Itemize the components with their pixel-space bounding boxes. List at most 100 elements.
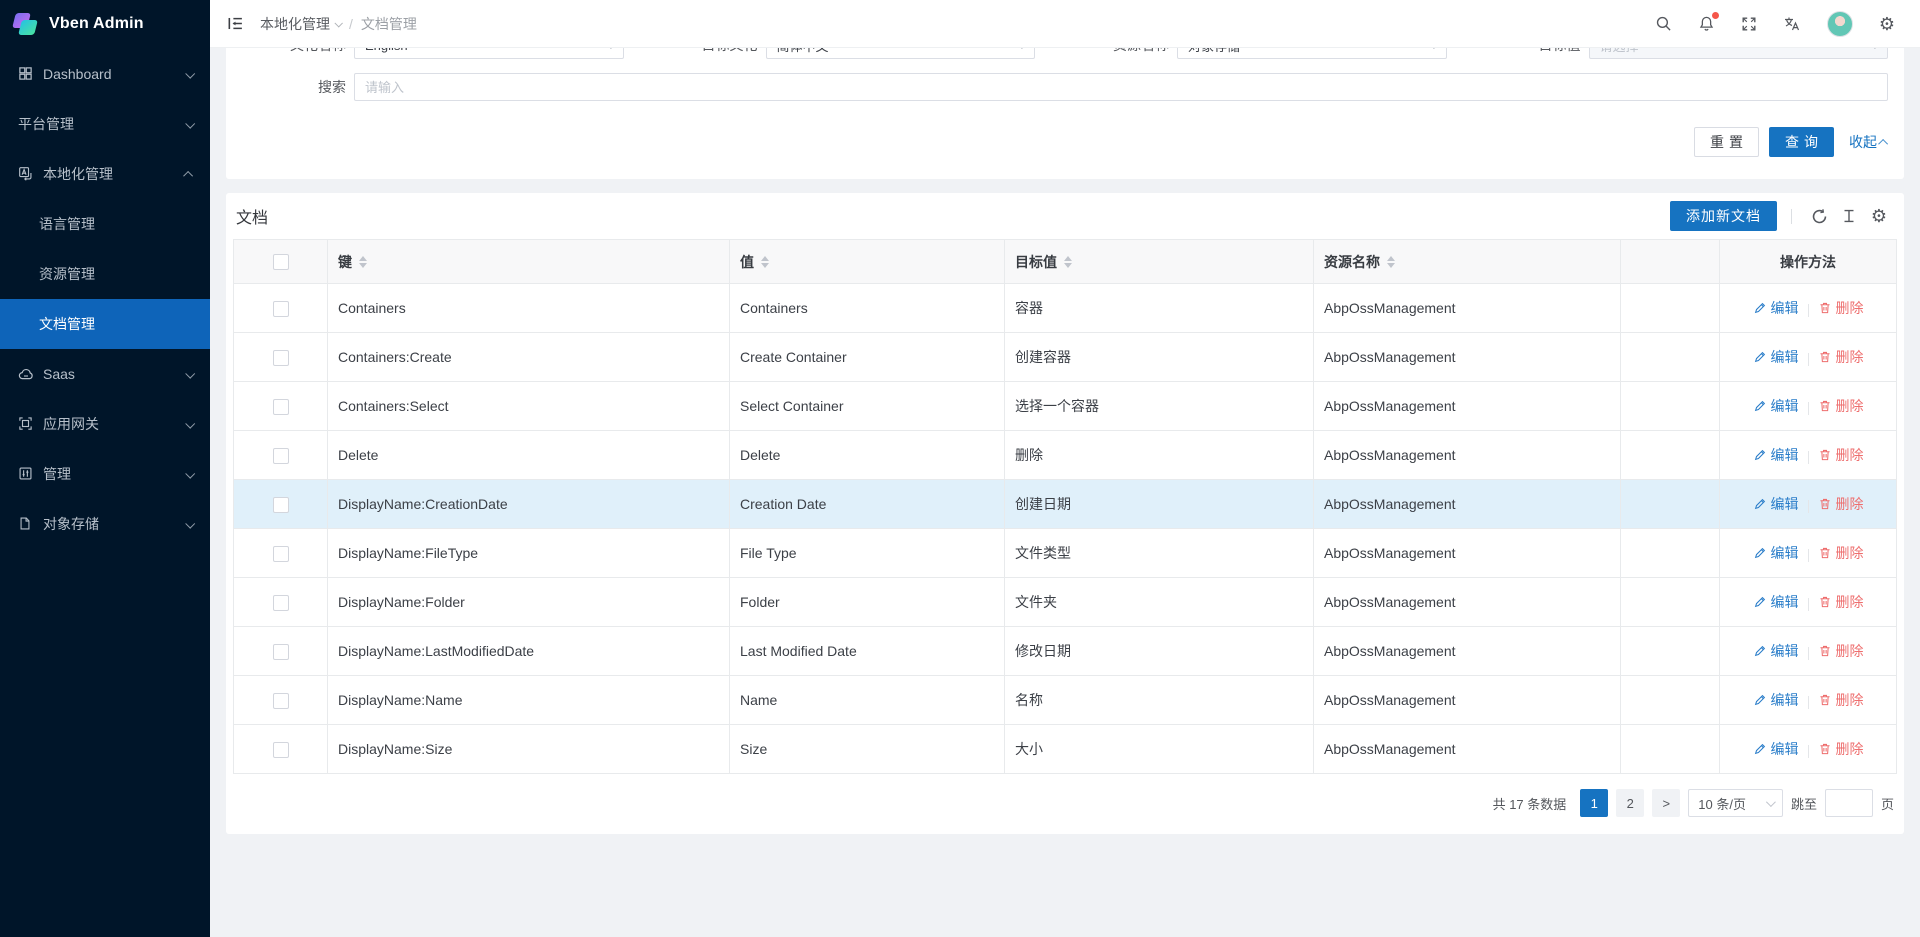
spacer-cell [1621,284,1720,333]
edit-button[interactable]: 编辑 [1753,347,1799,367]
edit-button[interactable]: 编辑 [1753,543,1799,563]
translate-icon[interactable] [1770,0,1814,48]
delete-button[interactable]: 删除 [1818,690,1864,710]
jump-label: 跳至 [1791,794,1817,813]
sidebar-item-platform[interactable]: 平台管理 [0,99,210,149]
select-all-checkbox[interactable] [273,254,289,270]
delete-button[interactable]: 删除 [1818,543,1864,563]
breadcrumb: 本地化管理 / 文档管理 [260,14,417,34]
settings-icon[interactable]: ⚙ [1866,0,1908,48]
sidebar-item-document[interactable]: 文档管理 [0,299,210,349]
edit-icon [1753,399,1767,413]
sort-icons[interactable] [761,256,769,268]
row-checkbox[interactable] [273,742,289,758]
sidebar-item-dashboard[interactable]: Dashboard [0,49,210,99]
notification-icon[interactable] [1685,0,1728,48]
pagination-total: 共 17 条数据 [1493,794,1567,813]
column-setting-icon[interactable]: ⚙ [1864,201,1894,231]
edit-icon [1753,742,1767,756]
page-button-2[interactable]: 2 [1616,789,1644,817]
value-cell: Select Container [730,382,1005,431]
edit-button[interactable]: 编辑 [1753,396,1799,416]
page-size-value: 10 条/页 [1698,794,1746,813]
row-checkbox[interactable] [273,546,289,562]
delete-button[interactable]: 删除 [1818,347,1864,367]
target-value-cell: 选择一个容器 [1005,382,1314,431]
row-checkbox[interactable] [273,595,289,611]
jump-page-input[interactable] [1825,789,1873,817]
file-icon [18,516,34,532]
fullscreen-icon[interactable] [1728,0,1770,48]
reset-button[interactable]: 重置 [1694,127,1759,157]
edit-button[interactable]: 编辑 [1753,445,1799,465]
row-checkbox[interactable] [273,301,289,317]
sidebar-item-saas[interactable]: Saas [0,349,210,399]
refresh-icon[interactable] [1804,201,1834,231]
column-header-key[interactable]: 键 [328,240,730,284]
sort-icons[interactable] [359,256,367,268]
sidebar-item-localization[interactable]: 本地化管理 [0,149,210,199]
column-header-resource[interactable]: 资源名称 [1314,240,1621,284]
search-icon[interactable] [1642,0,1685,48]
delete-button[interactable]: 删除 [1818,494,1864,514]
edit-button[interactable]: 编辑 [1753,641,1799,661]
select-all-checkbox-cell[interactable] [234,240,328,284]
row-checkbox[interactable] [273,350,289,366]
search-input[interactable] [354,73,1888,101]
table-row: Containers:CreateCreate Container创建容器Abp… [234,333,1897,382]
sidebar-fold-icon[interactable] [224,13,246,35]
row-checkbox[interactable] [273,399,289,415]
page-button-1[interactable]: 1 [1580,789,1608,817]
edit-icon [1753,350,1767,364]
column-header-target[interactable]: 目标值 [1005,240,1314,284]
edit-button[interactable]: 编辑 [1753,739,1799,759]
column-header-value[interactable]: 值 [730,240,1005,284]
add-document-button[interactable]: 添加新文档 [1670,201,1777,231]
spacer-cell [1621,725,1720,774]
edit-button[interactable]: 编辑 [1753,494,1799,514]
delete-button[interactable]: 删除 [1818,739,1864,759]
row-checkbox[interactable] [273,497,289,513]
row-height-icon[interactable] [1834,201,1864,231]
avatar[interactable] [1814,0,1866,48]
resource-name-cell: AbpOssManagement [1314,578,1621,627]
value-cell: Containers [730,284,1005,333]
gateway-icon [18,416,34,432]
sort-icons[interactable] [1387,256,1395,268]
delete-button[interactable]: 删除 [1818,396,1864,416]
target-value-cell: 删除 [1005,431,1314,480]
row-checkbox[interactable] [273,448,289,464]
sidebar-item-language[interactable]: 语言管理 [0,199,210,249]
edit-icon [1753,644,1767,658]
delete-button[interactable]: 删除 [1818,641,1864,661]
spacer-cell [1621,382,1720,431]
next-page-button[interactable]: > [1652,789,1680,817]
edit-button[interactable]: 编辑 [1753,298,1799,318]
sidebar-item-oss[interactable]: 对象存储 [0,499,210,549]
key-cell: Containers:Create [328,333,730,382]
delete-button[interactable]: 删除 [1818,298,1864,318]
delete-button[interactable]: 删除 [1818,592,1864,612]
delete-icon [1818,742,1832,756]
resource-name-cell: AbpOssManagement [1314,333,1621,382]
delete-icon [1818,399,1832,413]
resource-name-cell: AbpOssManagement [1314,431,1621,480]
page-size-select[interactable]: 10 条/页 [1688,789,1783,817]
query-button[interactable]: 查询 [1769,127,1834,157]
row-checkbox[interactable] [273,693,289,709]
sidebar-item-admin[interactable]: 管理 [0,449,210,499]
spacer-cell [1621,627,1720,676]
edit-button[interactable]: 编辑 [1753,592,1799,612]
breadcrumb-item[interactable]: 本地化管理 [260,14,341,34]
app-logo[interactable]: Vben Admin [0,0,210,48]
edit-button[interactable]: 编辑 [1753,690,1799,710]
sidebar-item-gateway[interactable]: 应用网关 [0,399,210,449]
collapse-link[interactable]: 收起 [1849,132,1888,152]
sidebar-item-resource[interactable]: 资源管理 [0,249,210,299]
sort-icons[interactable] [1064,256,1072,268]
row-checkbox[interactable] [273,644,289,660]
delete-button[interactable]: 删除 [1818,445,1864,465]
delete-icon [1818,350,1832,364]
table-row: ContainersContainers容器AbpOssManagement编辑… [234,284,1897,333]
value-cell: Creation Date [730,480,1005,529]
